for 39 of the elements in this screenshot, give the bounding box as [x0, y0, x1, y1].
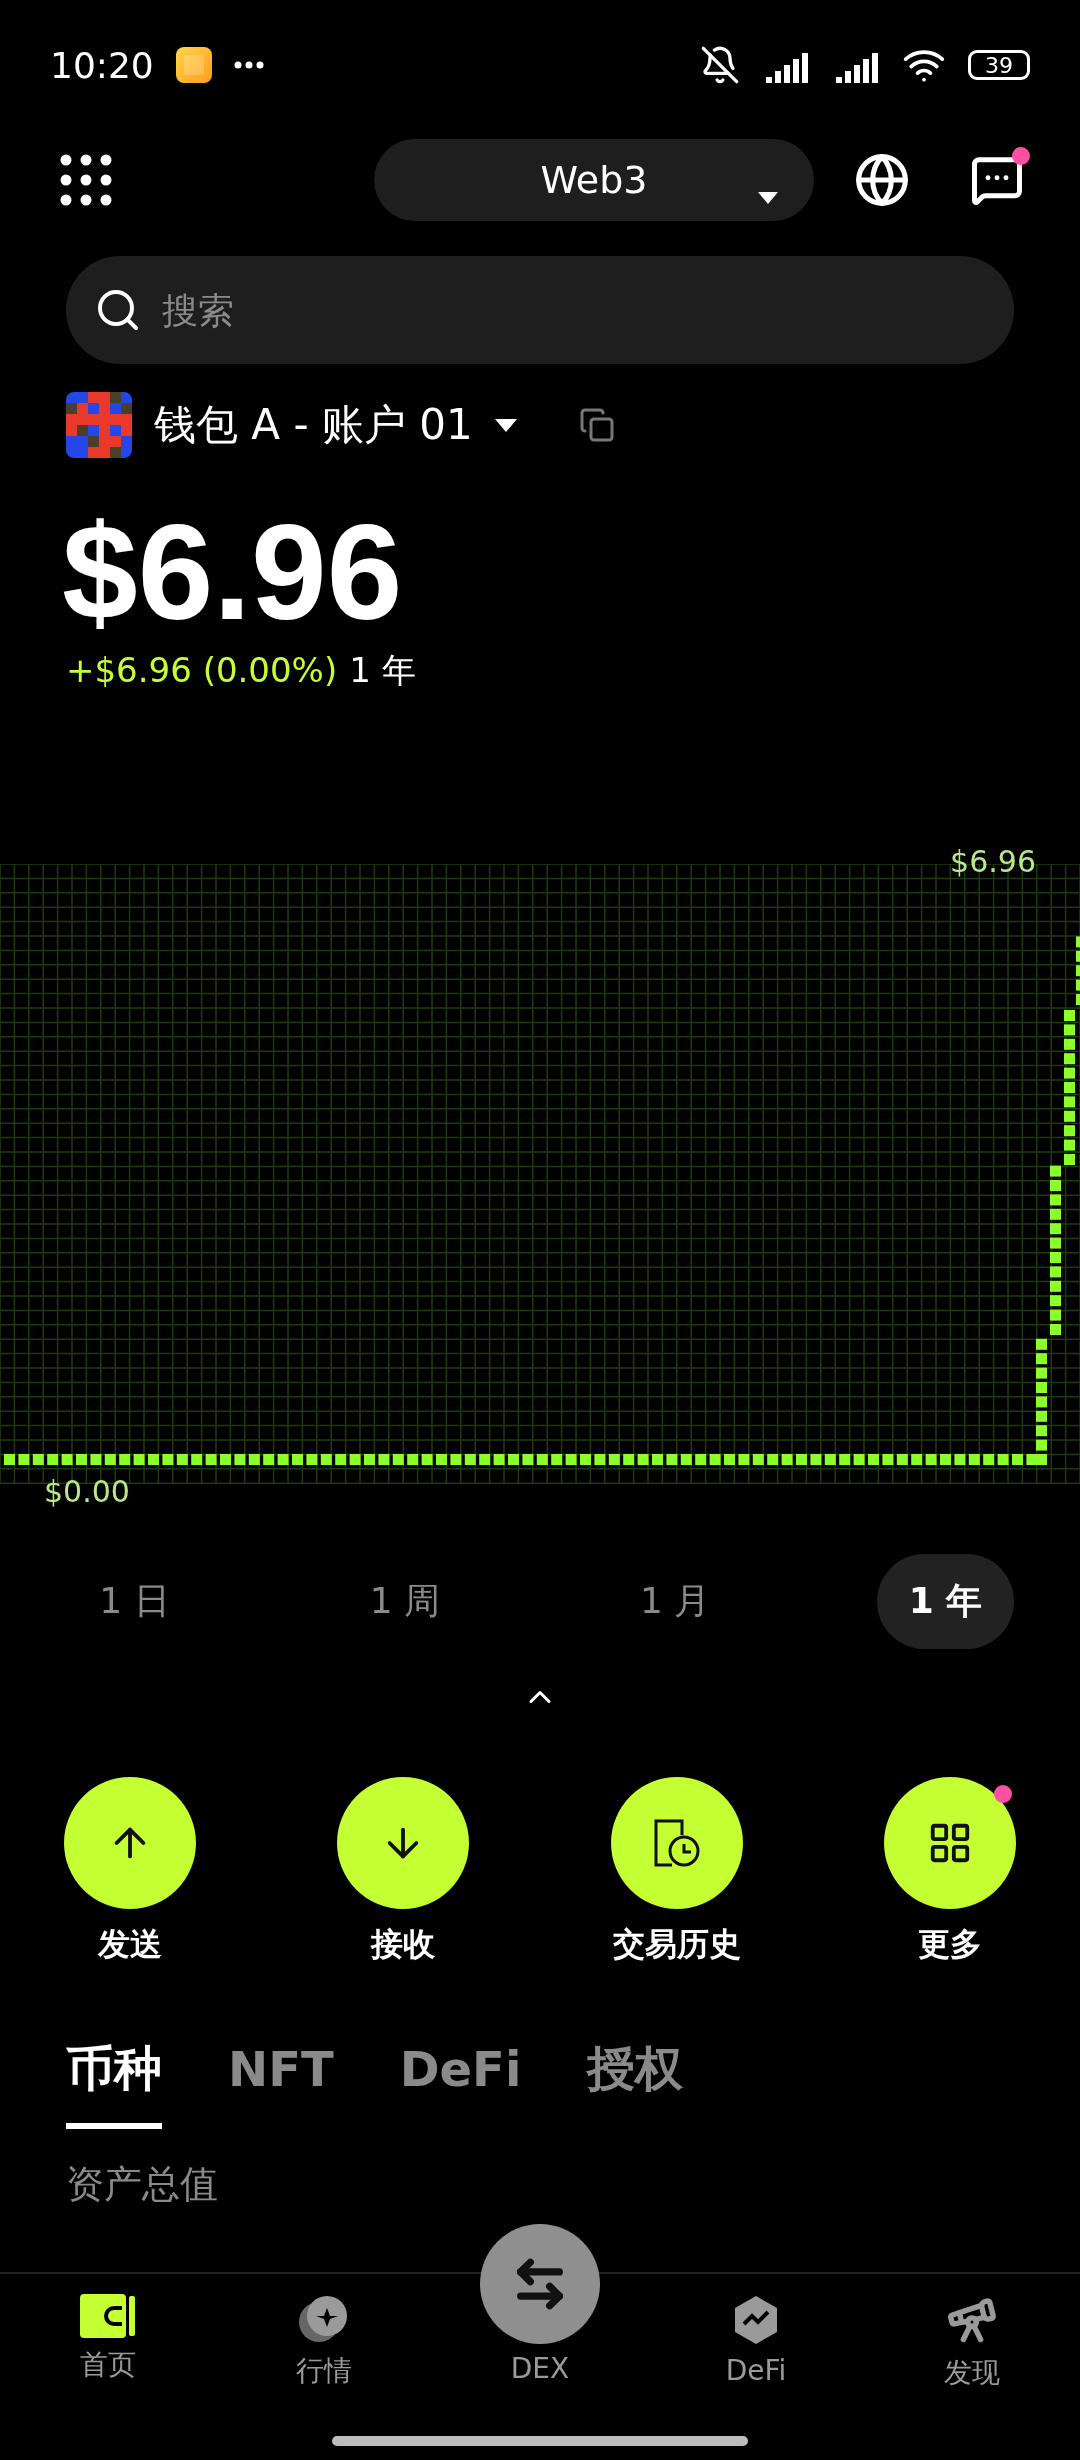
- unread-dot: [994, 1784, 1012, 1803]
- action-label: 交易历史: [612, 1923, 741, 1965]
- chart-high-label: $6.96: [950, 843, 1036, 879]
- copy-icon[interactable]: [578, 407, 615, 443]
- asset-tab[interactable]: 授权: [587, 2036, 684, 2129]
- period-tab[interactable]: 1 周: [336, 1553, 474, 1649]
- action-label: 发送: [98, 1923, 162, 1965]
- action-label: 更多: [918, 1923, 982, 1965]
- bell-off-icon: [700, 45, 740, 85]
- nav-item[interactable]: 发现: [897, 2294, 1047, 2392]
- caret-icon: [494, 418, 517, 432]
- chart-low-label: $0.00: [44, 1473, 130, 1509]
- balance-change: +$6.96 (0.00%): [66, 649, 338, 690]
- wallet-icon: [80, 2294, 136, 2338]
- period-tab[interactable]: 1 年: [877, 1553, 1014, 1649]
- status-time: 10:20: [50, 44, 154, 86]
- avatar-icon: [66, 392, 132, 458]
- period-tab[interactable]: 1 月: [606, 1553, 744, 1649]
- battery-icon: 39: [968, 50, 1030, 80]
- hexagon-chart-icon: [732, 2294, 780, 2346]
- nav-item[interactable]: 行情: [249, 2294, 399, 2390]
- search-field[interactable]: 搜索: [66, 256, 1014, 364]
- period-tab[interactable]: 1 日: [66, 1553, 203, 1649]
- caret-icon: [758, 192, 778, 204]
- app-notification-icon: [175, 47, 212, 83]
- asset-tab[interactable]: NFT: [228, 2036, 334, 2129]
- more-dots-icon: [233, 61, 264, 69]
- balance-amount: $6.96: [62, 498, 404, 648]
- apps-menu-icon[interactable]: [60, 154, 112, 206]
- wallet-selector[interactable]: 钱包 A - 账户 01: [154, 397, 517, 453]
- network-selector[interactable]: Web3: [374, 139, 814, 221]
- nav-item[interactable]: DeFi: [681, 2294, 831, 2387]
- asset-tab[interactable]: DeFi: [399, 2036, 522, 2129]
- asset-tab[interactable]: 币种: [66, 2036, 162, 2129]
- globe-icon[interactable]: [854, 152, 910, 208]
- section-title: 资产总值: [66, 2160, 219, 2208]
- nav-item[interactable]: 首页: [33, 2294, 183, 2384]
- action-label: 接收: [371, 1923, 436, 1965]
- change-period: 1 年: [349, 648, 416, 692]
